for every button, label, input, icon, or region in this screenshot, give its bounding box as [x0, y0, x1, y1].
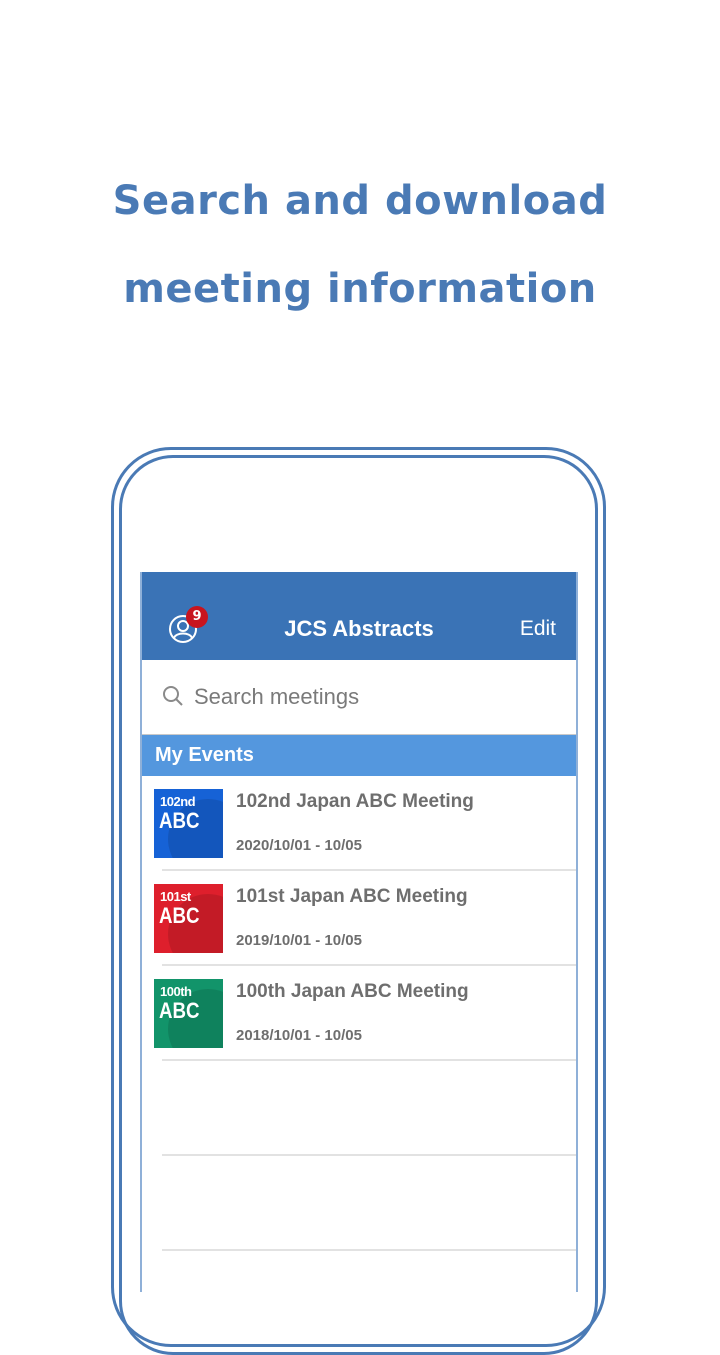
search-input[interactable] — [192, 676, 556, 718]
app-screen: 9 JCS Abstracts Edit My Events 102nd ABC… — [140, 572, 578, 1292]
event-thumbnail: 101st ABC — [154, 884, 223, 953]
event-dates: 2018/10/01 - 10/05 — [236, 1027, 362, 1044]
headline-line-1: Search and download — [112, 178, 608, 224]
search-icon — [163, 686, 183, 706]
event-row[interactable]: 102nd ABC 102nd Japan ABC Meeting 2020/1… — [142, 776, 576, 871]
section-header-my-events: My Events — [142, 735, 576, 776]
event-abbr: ABC — [159, 903, 200, 928]
section-title: My Events — [155, 744, 254, 766]
empty-row — [142, 1061, 576, 1156]
event-title: 102nd Japan ABC Meeting — [236, 791, 474, 812]
empty-row — [142, 1156, 576, 1251]
event-ordinal: 102nd — [160, 794, 196, 809]
event-ordinal: 101st — [160, 889, 191, 904]
event-thumbnail: 100th ABC — [154, 979, 223, 1048]
event-dates: 2019/10/01 - 10/05 — [236, 932, 362, 949]
events-list: 102nd ABC 102nd Japan ABC Meeting 2020/1… — [142, 776, 576, 1251]
event-abbr: ABC — [159, 998, 200, 1023]
edit-button[interactable]: Edit — [520, 617, 556, 641]
event-title: 101st Japan ABC Meeting — [236, 886, 468, 907]
event-thumbnail: 102nd ABC — [154, 789, 223, 858]
navigation-bar: 9 JCS Abstracts Edit — [142, 572, 576, 660]
event-abbr: ABC — [159, 808, 200, 833]
search-bar — [142, 660, 576, 735]
app-title: JCS Abstracts — [284, 616, 434, 641]
row-divider — [162, 1249, 576, 1251]
event-row[interactable]: 100th ABC 100th Japan ABC Meeting 2018/1… — [142, 966, 576, 1061]
headline-line-2: meeting information — [123, 266, 597, 312]
event-ordinal: 100th — [160, 984, 192, 999]
event-dates: 2020/10/01 - 10/05 — [236, 837, 362, 854]
event-row[interactable]: 101st ABC 101st Japan ABC Meeting 2019/1… — [142, 871, 576, 966]
event-title: 100th Japan ABC Meeting — [236, 981, 469, 1002]
